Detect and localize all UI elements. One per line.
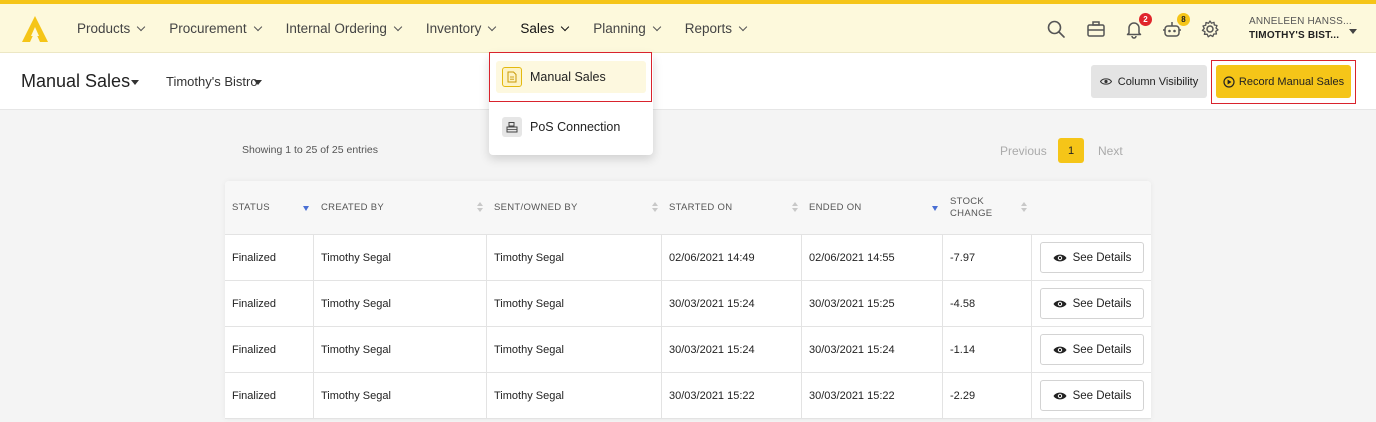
cell-stock-change: -1.14 <box>943 327 1032 373</box>
see-details-button[interactable]: See Details <box>1040 380 1144 411</box>
table-header: STATUS CREATED BY SENT/OWNED BY STARTED … <box>225 181 1151 235</box>
column-created-by[interactable]: CREATED BY <box>314 181 487 235</box>
entries-info: Showing 1 to 25 of 25 entries <box>242 144 379 156</box>
cell-started-on: 30/03/2021 15:24 <box>662 281 802 327</box>
eye-icon <box>1053 254 1067 261</box>
see-details-button[interactable]: See Details <box>1040 334 1144 365</box>
nav-inventory[interactable]: Inventory <box>426 21 497 36</box>
cell-stock-change: -2.29 <box>943 373 1032 419</box>
cell-owned-by: Timothy Segal <box>487 373 662 419</box>
chevron-down-icon <box>393 22 403 31</box>
table-row: Finalized Timothy Segal Timothy Segal 30… <box>225 281 1151 327</box>
manual-sales-table: STATUS CREATED BY SENT/OWNED BY STARTED … <box>225 181 1151 419</box>
pagination-previous[interactable]: Previous <box>1000 144 1047 158</box>
cell-started-on: 02/06/2021 14:49 <box>662 235 802 281</box>
tasks-badge: 8 <box>1177 13 1190 26</box>
nav-internal-ordering[interactable]: Internal Ordering <box>286 21 403 36</box>
cell-status: Finalized <box>225 373 314 419</box>
caret-down-icon[interactable] <box>254 80 262 85</box>
nav-planning[interactable]: Planning <box>593 21 661 36</box>
chevron-down-icon <box>137 22 146 31</box>
notifications-button[interactable]: 2 <box>1124 13 1152 39</box>
eye-icon <box>1053 346 1067 353</box>
column-visibility-button[interactable]: Column Visibility <box>1091 65 1207 98</box>
page-header: Manual Sales Timothy's Bistro Column Vis… <box>0 53 1376 110</box>
pagination-page[interactable]: 1 <box>1058 138 1084 163</box>
cell-status: Finalized <box>225 281 314 327</box>
cell-ended-on: 02/06/2021 14:55 <box>802 235 943 281</box>
notifications-badge: 2 <box>1139 13 1152 26</box>
play-circle-icon <box>1223 75 1235 88</box>
sort-icon <box>652 202 660 214</box>
see-details-button[interactable]: See Details <box>1040 242 1144 273</box>
document-icon <box>502 67 522 87</box>
nav-procurement[interactable]: Procurement <box>169 21 262 36</box>
cell-status: Finalized <box>225 235 314 281</box>
chevron-down-icon <box>652 22 661 31</box>
record-manual-sales-button[interactable]: Record Manual Sales <box>1216 65 1351 98</box>
sort-icon <box>477 202 485 214</box>
tasks-button[interactable]: 8 <box>1162 13 1190 39</box>
sort-icon <box>303 202 311 214</box>
user-name: ANNELEEN HANSS... <box>1249 16 1352 27</box>
briefcase-icon[interactable] <box>1086 19 1106 39</box>
table-row: Finalized Timothy Segal Timothy Segal 02… <box>225 235 1151 281</box>
column-status[interactable]: STATUS <box>225 181 314 235</box>
cell-owned-by: Timothy Segal <box>487 327 662 373</box>
sort-icon <box>932 202 940 214</box>
column-started-on[interactable]: STARTED ON <box>662 181 802 235</box>
main-nav: Products Procurement Internal Ordering I… <box>77 4 771 53</box>
caret-down-icon <box>1349 29 1357 34</box>
sales-dropdown-menu: Manual Sales PoS Connection <box>489 53 653 155</box>
top-navigation-bar: Products Procurement Internal Ordering I… <box>0 0 1376 53</box>
user-menu[interactable]: ANNELEEN HANSS... TIMOTHY'S BIST... <box>1249 15 1361 43</box>
brand-logo-icon[interactable] <box>20 14 50 44</box>
gear-icon[interactable] <box>1200 19 1220 39</box>
cell-status: Finalized <box>225 327 314 373</box>
cell-started-on: 30/03/2021 15:24 <box>662 327 802 373</box>
eye-icon <box>1053 300 1067 307</box>
eye-icon <box>1099 78 1112 85</box>
location-selector[interactable]: Timothy's Bistro <box>166 74 258 89</box>
user-location: TIMOTHY'S BIST... <box>1249 30 1340 41</box>
cell-created-by: Timothy Segal <box>314 281 487 327</box>
cell-created-by: Timothy Segal <box>314 327 487 373</box>
table-row: Finalized Timothy Segal Timothy Segal 30… <box>225 373 1151 419</box>
cell-created-by: Timothy Segal <box>314 373 487 419</box>
column-stock-change[interactable]: STOCK CHANGE <box>943 181 1032 235</box>
chevron-down-icon <box>488 22 497 31</box>
chevron-down-icon <box>253 22 262 31</box>
see-details-button[interactable]: See Details <box>1040 288 1144 319</box>
search-icon[interactable] <box>1046 19 1066 39</box>
cell-stock-change: -7.97 <box>943 235 1032 281</box>
caret-down-icon[interactable] <box>131 80 139 85</box>
eye-icon <box>1053 392 1067 399</box>
cash-register-icon <box>502 117 522 137</box>
cell-started-on: 30/03/2021 15:22 <box>662 373 802 419</box>
pagination-next[interactable]: Next <box>1098 144 1123 158</box>
cell-created-by: Timothy Segal <box>314 235 487 281</box>
cell-owned-by: Timothy Segal <box>487 235 662 281</box>
nav-products[interactable]: Products <box>77 21 146 36</box>
sort-icon <box>1021 202 1029 214</box>
cell-stock-change: -4.58 <box>943 281 1032 327</box>
page-title[interactable]: Manual Sales <box>21 71 130 92</box>
cell-ended-on: 30/03/2021 15:24 <box>802 327 943 373</box>
column-ended-on[interactable]: ENDED ON <box>802 181 943 235</box>
cell-owned-by: Timothy Segal <box>487 281 662 327</box>
nav-sales[interactable]: Sales <box>520 21 570 36</box>
sort-icon <box>792 202 800 214</box>
table-row: Finalized Timothy Segal Timothy Segal 30… <box>225 327 1151 373</box>
nav-reports[interactable]: Reports <box>685 21 748 36</box>
dropdown-item-pos-connection[interactable]: PoS Connection <box>496 111 646 143</box>
cell-ended-on: 30/03/2021 15:25 <box>802 281 943 327</box>
chevron-down-icon <box>560 22 570 31</box>
column-sent-owned-by[interactable]: SENT/OWNED BY <box>487 181 662 235</box>
cell-ended-on: 30/03/2021 15:22 <box>802 373 943 419</box>
chevron-down-icon <box>738 22 748 31</box>
dropdown-item-manual-sales[interactable]: Manual Sales <box>496 61 646 93</box>
